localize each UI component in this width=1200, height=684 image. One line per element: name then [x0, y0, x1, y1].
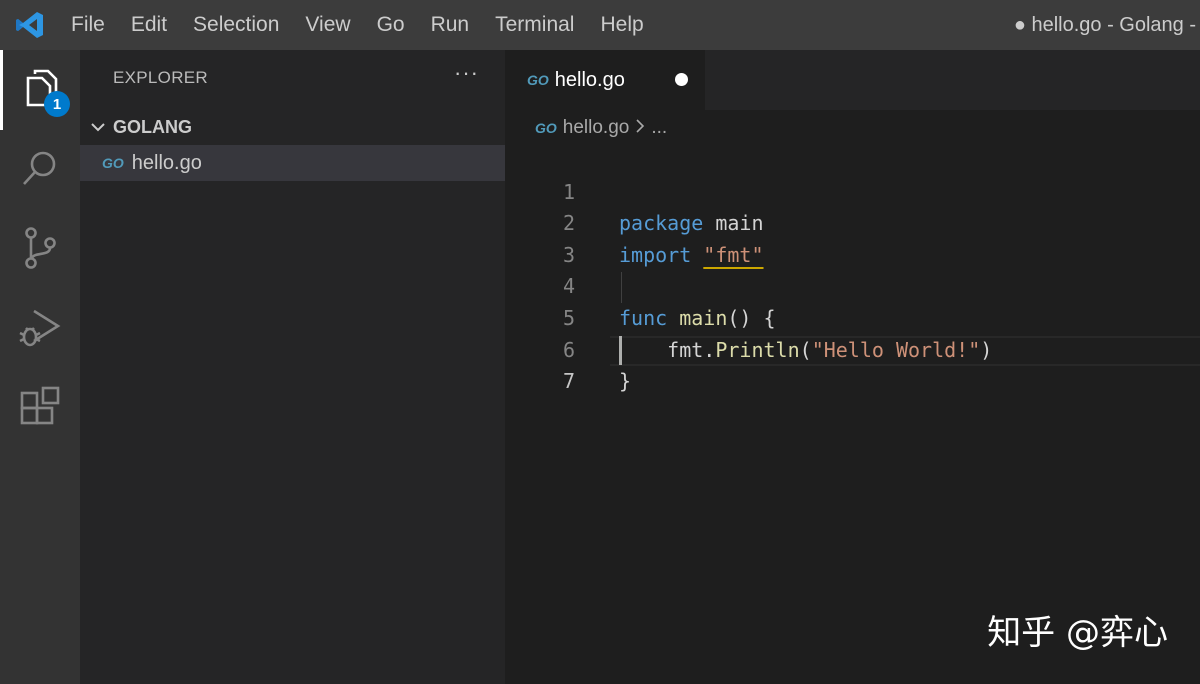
line-number: 7 [562, 369, 575, 394]
text-cursor [619, 336, 622, 365]
code-line: 5 fmt.Println("Hello World!") [505, 271, 1200, 362]
editor-tab-bar: GO hello.go [505, 50, 1200, 110]
title-bar: File Edit Selection View Go Run Terminal… [0, 0, 1200, 50]
code-line: 2 import "fmt" [505, 177, 1200, 267]
file-item-hello-go[interactable]: GO hello.go [80, 145, 505, 181]
go-file-icon: GO [527, 72, 549, 88]
menu-help[interactable]: Help [587, 0, 656, 50]
unsaved-dot-icon[interactable] [675, 73, 688, 86]
folder-name: GOLANG [113, 116, 192, 137]
go-file-icon: GO [102, 155, 124, 171]
menu-run[interactable]: Run [418, 0, 483, 50]
punctuation-token: } [619, 369, 632, 394]
activity-search[interactable] [0, 130, 80, 210]
watermark: 知乎 @弈心 [987, 613, 1168, 653]
menu-terminal[interactable]: Terminal [482, 0, 587, 50]
menu-file[interactable]: File [58, 0, 118, 50]
code-editor[interactable]: 1 package main 2 import "fmt" 3 4 func m… [505, 145, 1200, 394]
menu-view[interactable]: View [292, 0, 363, 50]
sidebar-title: EXPLORER [113, 68, 208, 87]
code-line: 6 } [505, 303, 1200, 394]
code-line: 3 [505, 208, 1200, 267]
extensions-icon [18, 386, 62, 435]
explorer-sidebar: EXPLORER ··· GOLANG GO hello.go [80, 50, 505, 684]
menu-go[interactable]: Go [364, 0, 418, 50]
explorer-badge: 1 [44, 91, 70, 117]
search-icon [20, 148, 60, 193]
chevron-right-icon [635, 117, 645, 139]
more-actions-button[interactable]: ··· [454, 60, 479, 86]
window-title: ● hello.go - Golang - [1013, 14, 1196, 36]
code-line: 4 func main() { [505, 240, 1200, 330]
file-name: hello.go [131, 151, 202, 174]
activity-source-control[interactable] [0, 210, 80, 290]
chevron-down-icon [88, 117, 108, 137]
vscode-logo-icon [2, 0, 58, 50]
tab-label: hello.go [554, 68, 625, 91]
tab-hello-go[interactable]: GO hello.go [505, 50, 705, 110]
breadcrumb-symbol[interactable]: ... [651, 117, 667, 139]
code-line: 7 [505, 335, 1200, 393]
activity-explorer[interactable]: 1 [0, 50, 80, 130]
code-line: 1 package main [505, 145, 1200, 236]
go-file-icon: GO [535, 120, 557, 136]
activity-bar: 1 [0, 50, 80, 684]
folder-golang[interactable]: GOLANG [80, 112, 505, 142]
activity-run-debug[interactable] [0, 290, 80, 370]
activity-extensions[interactable] [0, 370, 80, 450]
menu-edit[interactable]: Edit [118, 0, 180, 50]
run-debug-icon [18, 306, 62, 355]
breadcrumb: GO hello.go ... [535, 114, 667, 142]
menu-selection[interactable]: Selection [180, 0, 292, 50]
source-control-icon [20, 226, 60, 275]
breadcrumb-file[interactable]: hello.go [563, 117, 630, 139]
menu-bar: File Edit Selection View Go Run Terminal… [58, 0, 657, 50]
